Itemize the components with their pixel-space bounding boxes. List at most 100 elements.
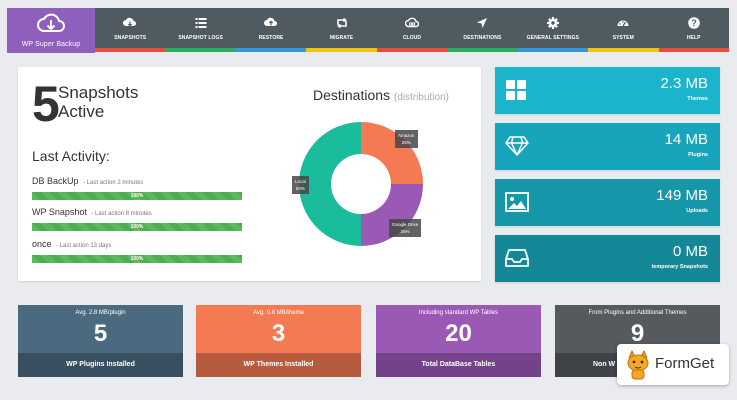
activity-name: WP Snapshot: [32, 207, 87, 217]
nav-color-segment: [235, 48, 307, 52]
stat-card-temporary-snapshots[interactable]: 0 MB temporary Snapshots: [495, 235, 720, 282]
top-navigation: WP Super Backup SNAPSHOTS SNAPSHOT LOGS …: [0, 0, 737, 55]
donut-label-amazon: Amazon 25%: [395, 130, 418, 148]
activity-time: - Last action 13 days: [55, 243, 112, 249]
nav-label-help: HELP: [686, 35, 701, 41]
destinations-title-text: Destinations: [313, 87, 391, 103]
nav-color-segment: [165, 48, 236, 52]
location-arrow-icon: [477, 18, 488, 28]
activity-progress-text: 100%: [130, 256, 144, 262]
grid-icon: [506, 80, 526, 100]
donut-label-google-drive-name: Google Drive: [392, 222, 419, 227]
nav-item-general-settings[interactable]: GENERAL SETTINGS: [518, 8, 588, 48]
donut-label-google-drive: Google Drive 25%: [389, 219, 422, 237]
snapshot-count: 5: [32, 76, 60, 132]
cloud-download-icon: [123, 17, 137, 27]
stat-label: Plugins: [688, 152, 708, 158]
formget-mascot-icon: [627, 349, 649, 380]
snapshot-status-label: Active: [58, 102, 105, 121]
nav-label-general-settings: GENERAL SETTINGS: [526, 35, 580, 41]
list-icon: [195, 18, 207, 28]
stat-value: 0 MB: [672, 243, 708, 260]
nav-label-snapshot-logs: SNAPSHOT LOGS: [178, 35, 223, 41]
last-activity-title: Last Activity:: [32, 148, 110, 164]
cloud-upload-icon: [264, 17, 278, 26]
svg-text:?: ?: [691, 18, 697, 28]
nav-item-snapshot-logs[interactable]: SNAPSHOT LOGS: [165, 8, 235, 48]
donut-label-local-percent: 50%: [295, 186, 305, 191]
cloud-logo-icon: [37, 13, 65, 32]
tile-footer: Total DataBase Tables: [376, 353, 541, 377]
nav-color-segment: [95, 48, 166, 52]
tile-database-tables[interactable]: Including standard WP Tables 20 Total Da…: [376, 305, 541, 377]
stat-label: Themes: [687, 96, 708, 102]
dashboard-icon: [617, 20, 629, 27]
nav-item-restore[interactable]: RESTORE: [236, 8, 306, 48]
tile-themes-installed[interactable]: Avg. 0.8 MB/theme 3 WP Themes Installed: [196, 305, 361, 377]
tile-footer: WP Themes Installed: [196, 353, 361, 377]
stat-value: 149 MB: [656, 187, 708, 204]
tile-footer: WP Plugins Installed: [18, 353, 183, 377]
nav-color-segment: [447, 48, 518, 52]
activity-progress-bar: 100%: [32, 255, 242, 263]
tile-number: 5: [93, 320, 108, 347]
donut-label-amazon-name: Amazon: [398, 133, 415, 138]
activity-progress-text: 100%: [130, 193, 144, 199]
stat-value: 2.3 MB: [660, 75, 708, 92]
tile-subtitle: From Plugins and Additional Themes: [588, 310, 687, 316]
stat-value: 14 MB: [664, 131, 708, 148]
destinations-subtitle: (distribution): [393, 92, 449, 103]
donut-label-local: Local 50%: [292, 176, 309, 194]
nav-color-segment: [658, 48, 729, 52]
nav-label-destinations: DESTINATIONS: [463, 35, 502, 41]
snapshot-label: Snapshots: [58, 83, 139, 102]
gear-icon: [546, 17, 559, 29]
donut-label-google-drive-percent: 25%: [400, 229, 410, 234]
nav-color-strip: [95, 48, 729, 52]
cloud-icon: [404, 17, 419, 28]
question-icon: ?: [687, 17, 700, 29]
nav-label-migrate: MIGRATE: [329, 35, 354, 41]
image-icon: [505, 192, 529, 212]
stat-card-plugins[interactable]: 14 MB Plugins: [495, 123, 720, 170]
activity-time: - Last action 8 minutes: [91, 211, 152, 217]
activity-name: DB BackUp: [32, 176, 79, 186]
retweet-icon: [336, 17, 347, 29]
nav-label-snapshots: SNAPSHOTS: [114, 35, 147, 41]
nav-label-restore: RESTORE: [258, 35, 284, 41]
activity-item: once - Last action 13 days 100%: [32, 234, 244, 263]
activity-item: DB BackUp - Last action 2 minutes 100%: [32, 171, 244, 200]
nav-color-segment: [517, 48, 589, 52]
nav-item-help[interactable]: ? HELP: [659, 8, 729, 48]
app-logo-text: WP Super Backup: [21, 41, 81, 48]
tile-plugins-installed[interactable]: Avg. 2.8 MB/plugin 5 WP Plugins Installe…: [18, 305, 183, 377]
inbox-icon: [505, 249, 529, 267]
nav-color-segment: [306, 48, 377, 52]
nav-item-migrate[interactable]: MIGRATE: [306, 8, 376, 48]
nav-item-destinations[interactable]: DESTINATIONS: [447, 8, 517, 48]
nav-color-segment: [588, 48, 659, 52]
tile-subtitle: Including standard WP Tables: [418, 310, 499, 316]
activity-progress-bar: 100%: [32, 192, 242, 200]
app-logo[interactable]: WP Super Backup: [7, 8, 95, 53]
diamond-icon: [505, 136, 529, 156]
activity-progress-text: 100%: [130, 224, 144, 230]
nav-item-cloud[interactable]: CLOUD: [377, 8, 447, 48]
tile-number: 3: [271, 320, 286, 347]
stat-card-uploads[interactable]: 149 MB Uploads: [495, 179, 720, 226]
activity-progress-bar: 100%: [32, 223, 242, 231]
activity-name: once: [32, 239, 52, 249]
overview-panel: 5 Snapshots Active Last Activity: DB Bac…: [18, 67, 481, 281]
tile-subtitle: Avg. 2.8 MB/plugin: [75, 310, 126, 316]
main-nav: SNAPSHOTS SNAPSHOT LOGS RESTORE MIGRATE: [95, 8, 729, 48]
activity-time: - Last action 2 minutes: [82, 180, 144, 186]
formget-badge: FormGet: [617, 344, 729, 385]
nav-item-system[interactable]: SYSTEM: [588, 8, 658, 48]
nav-label-cloud: CLOUD: [402, 35, 422, 41]
nav-color-segment: [376, 48, 448, 52]
stat-card-themes[interactable]: 2.3 MB Themes: [495, 67, 720, 114]
destinations-title: Destinations (distribution): [313, 87, 449, 103]
formget-badge-text: FormGet: [655, 355, 715, 372]
nav-item-snapshots[interactable]: SNAPSHOTS: [95, 8, 165, 48]
donut-label-amazon-percent: 25%: [401, 140, 411, 145]
